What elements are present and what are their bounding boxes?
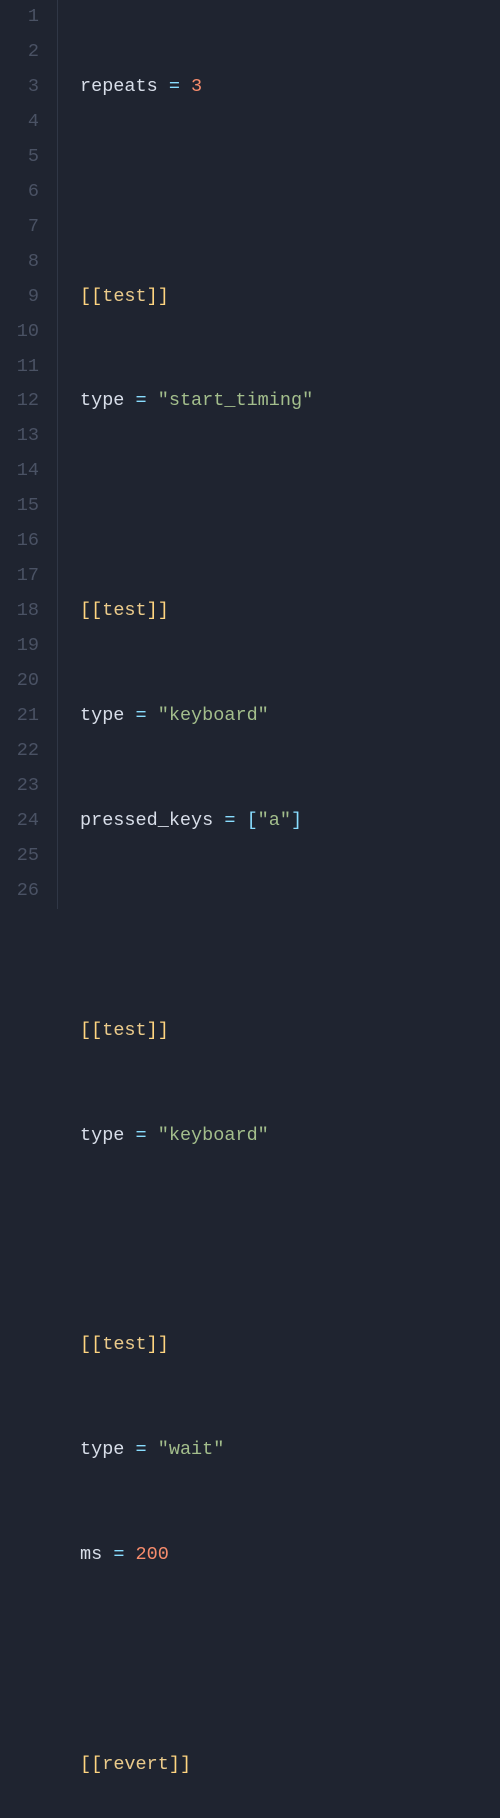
code-line[interactable]: [[test]] — [80, 1014, 500, 1049]
line-number: 14 — [0, 454, 39, 489]
line-number: 16 — [0, 524, 39, 559]
line-number: 25 — [0, 839, 39, 874]
line-number: 2 — [0, 35, 39, 70]
code-line[interactable]: [[revert]] — [80, 1748, 500, 1783]
line-number: 21 — [0, 699, 39, 734]
code-line[interactable]: ms = 200 — [80, 1538, 500, 1573]
line-number: 7 — [0, 210, 39, 245]
code-line[interactable]: repeats = 3 — [80, 70, 500, 105]
line-number: 23 — [0, 769, 39, 804]
equals-operator: = — [136, 705, 147, 726]
line-number: 11 — [0, 350, 39, 385]
line-number: 4 — [0, 105, 39, 140]
toml-key: type — [80, 705, 124, 726]
line-number: 9 — [0, 280, 39, 315]
toml-key: type — [80, 390, 124, 411]
line-number: 6 — [0, 175, 39, 210]
code-line[interactable]: [[test]] — [80, 594, 500, 629]
toml-key: type — [80, 1125, 124, 1146]
equals-operator: = — [136, 1125, 147, 1146]
line-number: 10 — [0, 315, 39, 350]
section-name: test — [102, 1020, 146, 1041]
code-editor[interactable]: 1 2 3 4 5 6 7 8 9 10 11 12 13 14 15 16 1… — [0, 0, 500, 909]
string-literal: "start_timing" — [158, 390, 313, 411]
number-literal: 200 — [136, 1544, 169, 1565]
line-number: 5 — [0, 140, 39, 175]
line-number: 18 — [0, 594, 39, 629]
line-number: 3 — [0, 70, 39, 105]
string-literal: "keyboard" — [158, 1125, 269, 1146]
line-number-gutter: 1 2 3 4 5 6 7 8 9 10 11 12 13 14 15 16 1… — [0, 0, 58, 909]
bracket-close: ]] — [147, 1334, 169, 1355]
code-line[interactable] — [80, 489, 500, 524]
section-name: test — [102, 600, 146, 621]
section-name: revert — [102, 1754, 169, 1775]
section-name: test — [102, 286, 146, 307]
toml-key: type — [80, 1439, 124, 1460]
equals-operator: = — [224, 810, 235, 831]
code-line[interactable]: [[test]] — [80, 1328, 500, 1363]
section-name: test — [102, 1334, 146, 1355]
bracket-close: ]] — [147, 286, 169, 307]
line-number: 13 — [0, 419, 39, 454]
line-number: 19 — [0, 629, 39, 664]
code-line[interactable] — [80, 175, 500, 210]
number-literal: 3 — [191, 76, 202, 97]
code-line[interactable]: type = "keyboard" — [80, 1119, 500, 1154]
equals-operator: = — [113, 1544, 124, 1565]
line-number: 17 — [0, 559, 39, 594]
code-line[interactable] — [80, 1223, 500, 1258]
string-literal: "wait" — [158, 1439, 225, 1460]
array-close: ] — [291, 810, 302, 831]
bracket-close: ]] — [147, 600, 169, 621]
line-number: 8 — [0, 245, 39, 280]
toml-key: pressed_keys — [80, 810, 213, 831]
line-number: 20 — [0, 664, 39, 699]
code-line[interactable]: type = "start_timing" — [80, 384, 500, 419]
line-number: 22 — [0, 734, 39, 769]
bracket-open: [[ — [80, 286, 102, 307]
equals-operator: = — [169, 76, 180, 97]
line-number: 15 — [0, 489, 39, 524]
string-literal: "keyboard" — [158, 705, 269, 726]
bracket-open: [[ — [80, 1020, 102, 1041]
string-literal: "a" — [258, 810, 291, 831]
line-number: 26 — [0, 874, 39, 909]
code-line[interactable] — [80, 909, 500, 944]
code-line[interactable]: type = "keyboard" — [80, 699, 500, 734]
code-line[interactable]: [[test]] — [80, 280, 500, 315]
code-content[interactable]: repeats = 3 [[test]] type = "start_timin… — [58, 0, 500, 909]
toml-key: ms — [80, 1544, 102, 1565]
bracket-open: [[ — [80, 1754, 102, 1775]
bracket-close: ]] — [147, 1020, 169, 1041]
equals-operator: = — [136, 1439, 147, 1460]
bracket-open: [[ — [80, 600, 102, 621]
line-number: 12 — [0, 384, 39, 419]
equals-operator: = — [136, 390, 147, 411]
line-number: 24 — [0, 804, 39, 839]
toml-key: repeats — [80, 76, 158, 97]
bracket-close: ]] — [169, 1754, 191, 1775]
code-line[interactable] — [80, 1643, 500, 1678]
bracket-open: [[ — [80, 1334, 102, 1355]
array-open: [ — [247, 810, 258, 831]
line-number: 1 — [0, 0, 39, 35]
code-line[interactable]: pressed_keys = ["a"] — [80, 804, 500, 839]
code-line[interactable]: type = "wait" — [80, 1433, 500, 1468]
